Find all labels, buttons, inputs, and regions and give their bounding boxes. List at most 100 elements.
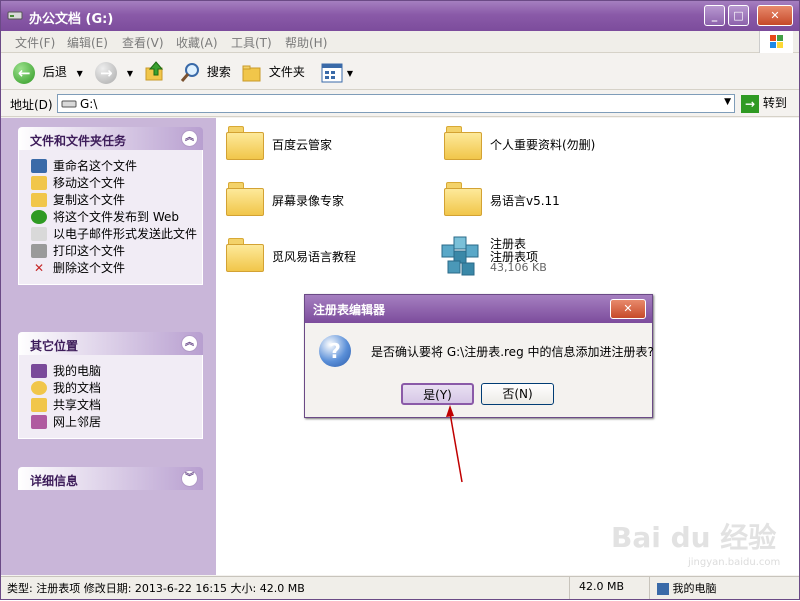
place-my-documents-label: 我的文档 <box>53 381 102 395</box>
file-name: 个人重要资料(勿删) <box>490 138 596 152</box>
task-copy-label: 复制这个文件 <box>53 193 126 207</box>
menu-edit[interactable]: 编辑(E) <box>67 34 108 51</box>
dialog-message: 是否确认要将 G:\注册表.reg 中的信息添加进注册表? <box>371 345 654 359</box>
task-move[interactable]: 移动这个文件 <box>31 176 202 190</box>
views-button[interactable]: ▼ <box>321 60 353 84</box>
search-icon <box>180 62 199 82</box>
task-rename-label: 重命名这个文件 <box>53 159 138 173</box>
menu-view[interactable]: 查看(V) <box>122 34 164 51</box>
views-dropdown-icon[interactable]: ▼ <box>347 69 353 78</box>
computer-icon <box>31 364 47 378</box>
file-size: 43,106 KB <box>490 261 547 274</box>
baidu-watermark-url: jingyan.baidu.com <box>688 557 781 568</box>
close-button[interactable]: ✕ <box>757 5 793 26</box>
email-icon <box>31 227 47 241</box>
folder-icon <box>226 182 264 216</box>
details-panel: 详细信息 ︾ <box>18 467 203 490</box>
task-delete[interactable]: ✕ 删除这个文件 <box>31 261 202 275</box>
drive-icon <box>61 100 77 108</box>
task-email[interactable]: 以电子邮件形式发送此文件 <box>31 227 202 241</box>
back-button[interactable]: ← 后退 ▼ <box>13 60 83 84</box>
task-delete-label: 删除这个文件 <box>53 261 126 275</box>
folder-icon <box>444 126 482 160</box>
place-my-computer-label: 我的电脑 <box>53 364 102 378</box>
menu-tools[interactable]: 工具(T) <box>231 34 272 51</box>
windows-logo-icon <box>759 31 793 53</box>
back-arrow-icon: ← <box>13 61 35 84</box>
dialog-close-button[interactable]: ✕ <box>610 299 646 319</box>
forward-button[interactable]: → ▼ <box>95 60 133 84</box>
delete-x-icon: ✕ <box>33 261 45 275</box>
details-title: 详细信息 <box>30 474 79 488</box>
globe-icon <box>31 210 47 224</box>
collapse-chevron-icon[interactable]: ︽ <box>181 335 198 352</box>
search-button[interactable]: 搜索 <box>179 60 231 84</box>
place-shared-documents-label: 共享文档 <box>53 398 102 412</box>
network-icon <box>31 415 47 429</box>
registry-file-icon <box>441 236 479 276</box>
status-info: 类型: 注册表项 修改日期: 2013-6-22 16:15 大小: 42.0 … <box>7 582 305 595</box>
maximize-button[interactable]: □ <box>728 5 749 26</box>
place-shared-documents[interactable]: 共享文档 <box>31 398 202 412</box>
folder-icon <box>226 238 264 272</box>
back-dropdown-icon[interactable]: ▼ <box>77 69 83 78</box>
move-icon <box>31 176 47 190</box>
dialog-title: 注册表编辑器 <box>313 303 386 317</box>
go-button[interactable]: → 转到 <box>741 94 787 113</box>
other-places-header[interactable]: 其它位置 ︽ <box>18 332 203 355</box>
dialog-title-bar[interactable]: 注册表编辑器 ✕ <box>305 295 652 323</box>
folders-icon <box>242 65 261 81</box>
explorer-window: 办公文档 (G:) _ □ ✕ 文件(F) 编辑(E) 查看(V) 收藏(A) … <box>0 0 800 600</box>
printer-icon <box>31 244 47 258</box>
forward-dropdown-icon[interactable]: ▼ <box>127 69 133 78</box>
folder-icon <box>31 398 47 412</box>
folders-label: 文件夹 <box>268 65 305 79</box>
toolbar: ← 后退 ▼ → ▼ 搜索 文件夹 ▼ <box>1 54 799 90</box>
up-folder-button[interactable] <box>144 60 166 84</box>
address-dropdown-icon[interactable]: ▼ <box>724 97 731 107</box>
title-bar[interactable]: 办公文档 (G:) _ □ ✕ <box>1 1 799 31</box>
folders-button[interactable]: 文件夹 <box>241 60 305 84</box>
status-bar: 类型: 注册表项 修改日期: 2013-6-22 16:15 大小: 42.0 … <box>1 576 799 599</box>
task-pane: 文件和文件夹任务 ︽ 重命名这个文件 移动这个文件 复制这个文件 将这个文件发布… <box>1 118 216 575</box>
menu-file[interactable]: 文件(F) <box>15 34 55 51</box>
task-rename[interactable]: 重命名这个文件 <box>31 159 202 173</box>
other-places-panel: 其它位置 ︽ 我的电脑 我的文档 共享文档 网上邻居 <box>18 332 203 439</box>
rename-icon <box>31 159 47 173</box>
task-publish[interactable]: 将这个文件发布到 Web <box>31 210 202 224</box>
expand-chevron-icon[interactable]: ︾ <box>181 470 198 487</box>
file-name: 屏幕录像专家 <box>272 194 345 208</box>
status-size: 42.0 MB <box>579 580 625 593</box>
address-value: G:\ <box>80 97 98 111</box>
details-header[interactable]: 详细信息 ︾ <box>18 467 203 490</box>
place-my-computer[interactable]: 我的电脑 <box>31 364 202 378</box>
place-network-label: 网上邻居 <box>53 415 102 429</box>
file-tasks-panel: 文件和文件夹任务 ︽ 重命名这个文件 移动这个文件 复制这个文件 将这个文件发布… <box>18 127 203 285</box>
address-input[interactable]: G:\ ▼ <box>57 94 735 113</box>
views-icon <box>321 63 343 82</box>
other-places-title: 其它位置 <box>30 339 79 353</box>
file-tasks-header[interactable]: 文件和文件夹任务 ︽ <box>18 127 203 150</box>
menu-favorites[interactable]: 收藏(A) <box>176 34 218 51</box>
collapse-chevron-icon[interactable]: ︽ <box>181 130 198 147</box>
place-network[interactable]: 网上邻居 <box>31 415 202 429</box>
task-email-label: 以电子邮件形式发送此文件 <box>53 227 198 241</box>
documents-icon <box>31 381 47 395</box>
no-button[interactable]: 否(N) <box>481 383 554 405</box>
back-label: 后退 <box>42 65 67 79</box>
computer-icon <box>657 583 669 595</box>
search-label: 搜索 <box>206 65 231 79</box>
task-copy[interactable]: 复制这个文件 <box>31 193 202 207</box>
drive-icon <box>7 11 23 20</box>
menu-help[interactable]: 帮助(H) <box>285 34 327 51</box>
task-publish-label: 将这个文件发布到 Web <box>53 210 179 224</box>
address-label: 地址(D) <box>10 98 53 112</box>
minimize-button[interactable]: _ <box>704 5 725 26</box>
registry-confirm-dialog: 注册表编辑器 ✕ ? 是否确认要将 G:\注册表.reg 中的信息添加进注册表?… <box>304 294 654 418</box>
yes-button[interactable]: 是(Y) <box>401 383 474 405</box>
task-print[interactable]: 打印这个文件 <box>31 244 202 258</box>
file-tasks-title: 文件和文件夹任务 <box>30 134 127 148</box>
baidu-watermark: Bai du 经验 <box>611 521 777 554</box>
menu-bar: 文件(F) 编辑(E) 查看(V) 收藏(A) 工具(T) 帮助(H) <box>1 31 799 53</box>
place-my-documents[interactable]: 我的文档 <box>31 381 202 395</box>
